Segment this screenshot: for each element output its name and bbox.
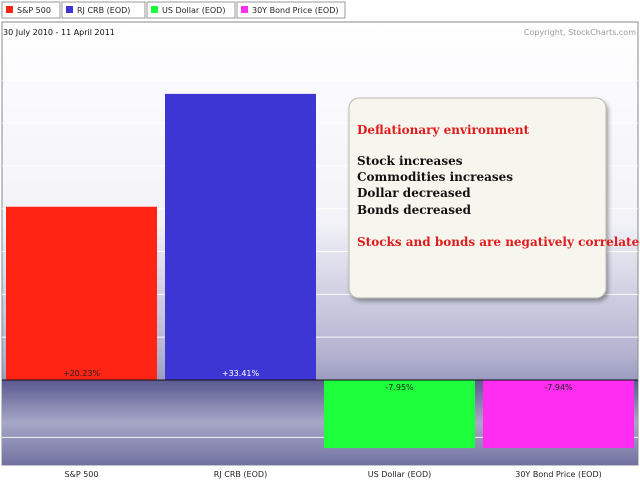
category-label: RJ CRB (EOD)	[214, 470, 267, 479]
annotation-line: Bonds decreased	[357, 203, 472, 217]
copyright-notice: Copyright, StockCharts.com	[524, 28, 636, 37]
bar	[165, 93, 316, 380]
legend-label: RJ CRB (EOD)	[77, 6, 130, 15]
annotation-box: Deflationary environment Stock increases…	[348, 97, 640, 299]
legend: S&P 500 RJ CRB (EOD) US Dollar (EOD) 30Y Bo…	[1, 1, 346, 19]
category-label: 30Y Bond Price (EOD)	[515, 470, 602, 479]
legend-swatch	[66, 6, 73, 13]
category-label: US Dollar (EOD)	[368, 470, 431, 479]
performance-chart: S&P 500 RJ CRB (EOD) US Dollar (EOD) 30Y Bo…	[0, 0, 640, 483]
annotation-title: Deflationary environment	[357, 123, 530, 137]
legend-swatch	[151, 6, 158, 13]
value-label: -7.95%	[385, 383, 414, 392]
legend-label: US Dollar (EOD)	[162, 6, 225, 15]
value-label: +33.41%	[222, 369, 260, 378]
legend-swatch	[241, 6, 248, 13]
legend-swatch	[6, 6, 13, 13]
annotation-line: Commodities increases	[357, 170, 513, 184]
legend-label: 30Y Bond Price (EOD)	[252, 6, 339, 15]
annotation-conclusion: Stocks and bonds are negatively correlat…	[357, 235, 640, 249]
annotation-line: Stock increases	[357, 154, 463, 168]
value-label: +20.23%	[63, 369, 101, 378]
legend-label: S&P 500	[17, 6, 51, 15]
value-label: -7.94%	[544, 383, 573, 392]
date-range: 30 July 2010 - 11 April 2011	[3, 28, 115, 37]
category-label: S&P 500	[65, 470, 99, 479]
bar	[6, 206, 157, 380]
annotation-line: Dollar decreased	[357, 186, 471, 200]
